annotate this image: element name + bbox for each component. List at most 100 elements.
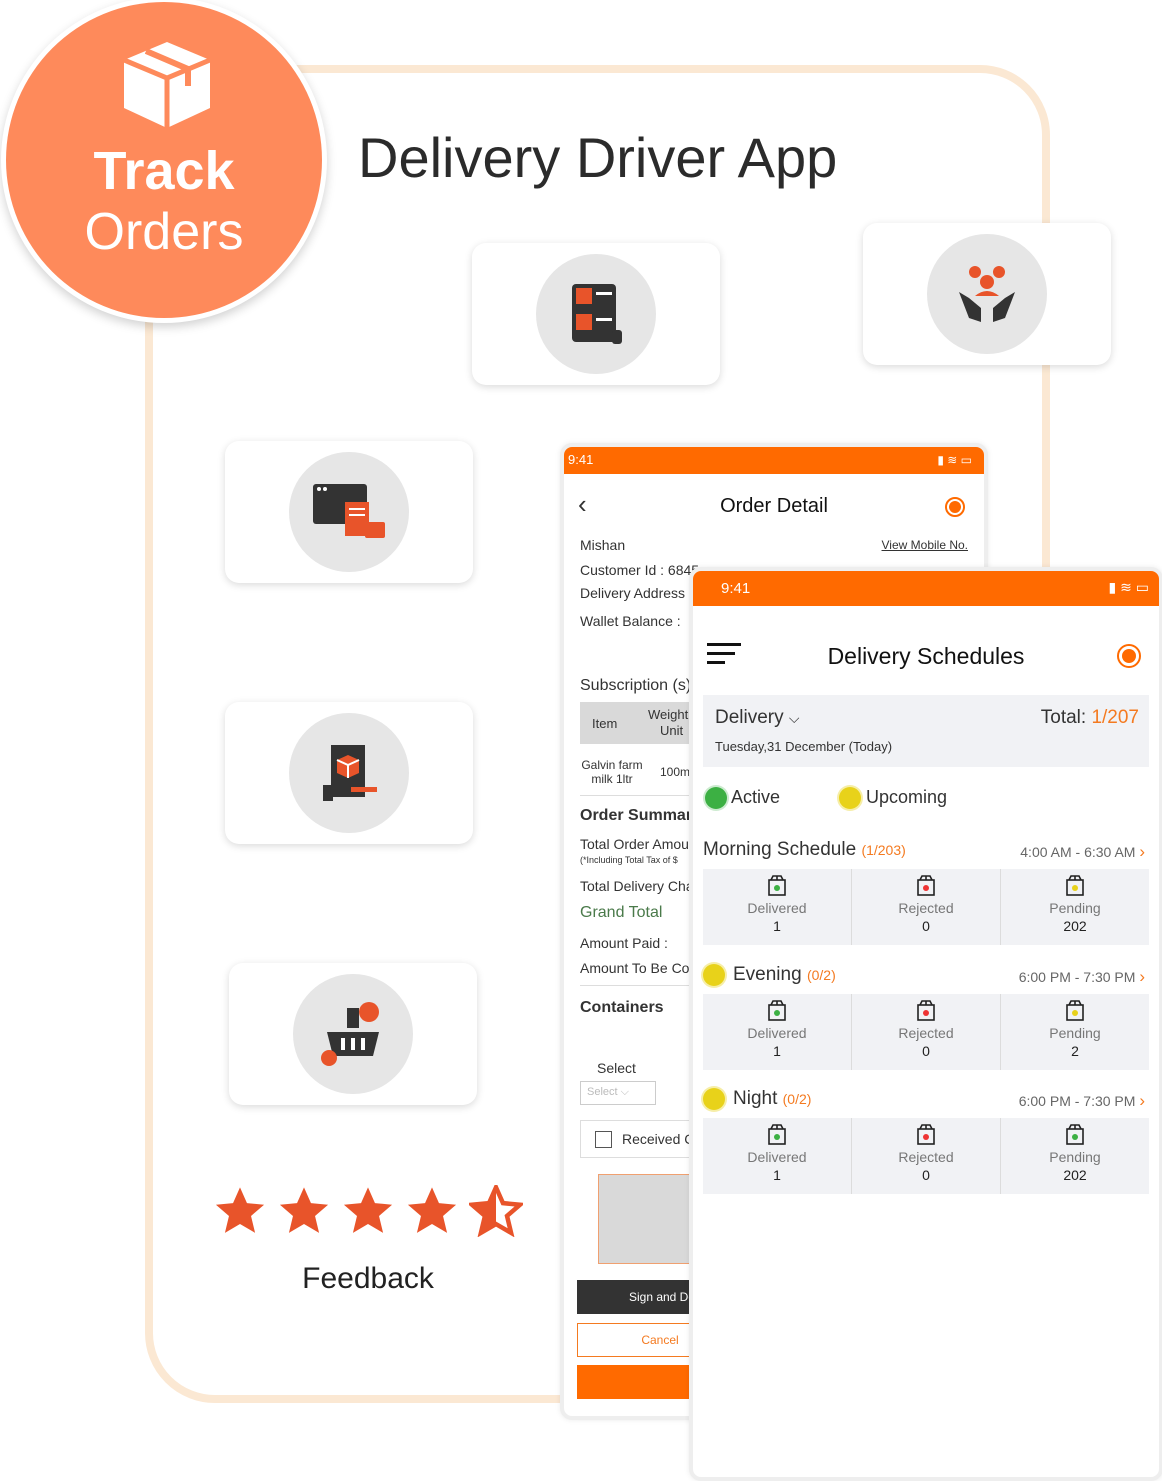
grand-total: Grand Total xyxy=(580,904,663,921)
customer-name: Mishan xyxy=(580,537,626,553)
screen-title: Delivery Schedules xyxy=(827,643,1025,669)
group-time-link[interactable]: 6:00 PM - 7:30 PM › xyxy=(1019,967,1145,987)
upcoming-dot-icon xyxy=(703,964,725,986)
package-icon xyxy=(917,1000,935,1021)
group-time: 6:00 PM - 7:30 PM xyxy=(1018,1093,1136,1109)
legend-upcoming: Upcoming xyxy=(839,787,948,810)
group-count: (1/203) xyxy=(861,842,906,858)
stat-value: 202 xyxy=(1063,1167,1087,1183)
group-time: 4:00 AM - 6:30 AM xyxy=(1020,844,1136,860)
legend-active: Active xyxy=(705,787,781,810)
containers-heading: Containers xyxy=(580,999,664,1016)
upcoming-dot-icon xyxy=(839,787,861,810)
package-icon xyxy=(1066,1124,1084,1145)
stat-label: Pending xyxy=(1049,900,1101,916)
feature-card xyxy=(225,702,473,844)
stat-pending[interactable]: Pending 202 xyxy=(1000,1118,1149,1194)
star-icon xyxy=(343,1187,393,1233)
package-icon xyxy=(768,1124,786,1145)
legend-label: Active xyxy=(731,787,781,807)
stat-value: 0 xyxy=(922,1043,930,1059)
stat-value: 0 xyxy=(922,918,930,934)
grocery-basket-icon xyxy=(321,1002,379,1066)
half-star-icon xyxy=(469,1185,523,1237)
package-icon xyxy=(1066,1000,1084,1021)
badge-line1: Track xyxy=(93,141,235,201)
stat-rejected[interactable]: Rejected 0 xyxy=(851,869,1000,945)
group-count: (0/2) xyxy=(806,967,836,984)
stat-value: 0 xyxy=(922,1167,930,1183)
feature-card xyxy=(225,441,473,583)
amount-to-collect: Amount To Be Col xyxy=(580,960,693,976)
package-icon xyxy=(768,875,786,896)
active-dot-icon xyxy=(705,787,727,810)
badge-line2: Orders xyxy=(84,203,244,261)
group-time: 6:00 PM - 7:30 PM xyxy=(1018,969,1136,985)
total-order: Total Order Amou xyxy=(580,836,689,852)
total-value: 1/207 xyxy=(1091,707,1139,728)
stat-pending[interactable]: Pending 202 xyxy=(1000,869,1149,945)
group-count: (0/2) xyxy=(782,1091,812,1108)
stat-value: 1 xyxy=(773,1043,781,1059)
web-invoice-icon xyxy=(313,484,385,538)
package-icon xyxy=(917,1124,935,1145)
page-title: Delivery Driver App xyxy=(358,126,838,189)
status-indicator-icon xyxy=(1117,644,1141,668)
package-icon xyxy=(768,1000,786,1021)
screen-title: Order Detail xyxy=(720,495,828,517)
chevron-right-icon: › xyxy=(1139,1091,1145,1110)
stat-rejected[interactable]: Rejected 0 xyxy=(851,1118,1000,1194)
chevron-down-icon: ⌵ xyxy=(620,1086,629,1098)
stat-value: 1 xyxy=(773,1167,781,1183)
status-indicator-icon xyxy=(945,497,965,517)
customer-id: Customer Id : 6845 xyxy=(580,562,700,578)
stat-rejected[interactable]: Rejected 0 xyxy=(851,994,1000,1070)
select-label: Select xyxy=(597,1060,636,1076)
chevron-right-icon: › xyxy=(1139,842,1145,861)
group-stats: Delivered 1 Rejected 0 Pending 202 xyxy=(703,1118,1149,1194)
delivery-schedules-screen: 9:41 ▮ ≋ ▭ Delivery Schedules Delivery ⌵ … xyxy=(689,567,1162,1481)
amount-paid: Amount Paid : xyxy=(580,935,668,951)
upcoming-dot-icon xyxy=(703,1088,725,1110)
col-unit: Unit xyxy=(660,723,684,738)
row-item: Galvin farm milk 1ltr xyxy=(581,758,643,786)
group-name: Evening xyxy=(733,964,802,986)
group-time-link[interactable]: 4:00 AM - 6:30 AM › xyxy=(1020,842,1145,862)
tax-note: (*Including Total Tax of $ xyxy=(580,855,678,865)
order-list-icon xyxy=(572,284,622,344)
divider xyxy=(580,985,700,986)
schedule-group-title: Morning Schedule (1/203) xyxy=(703,839,906,861)
total-delivery: Total Delivery Cha xyxy=(580,878,694,894)
star-icon xyxy=(279,1187,329,1233)
stat-label: Pending xyxy=(1049,1149,1101,1165)
stat-delivered[interactable]: Delivered 1 xyxy=(703,869,851,945)
stat-label: Delivered xyxy=(747,1025,807,1041)
delivery-filter[interactable]: Delivery ⌵ xyxy=(715,707,800,729)
star-icon xyxy=(407,1187,457,1233)
status-icons: ▮ ≋ ▭ xyxy=(937,453,972,467)
stat-delivered[interactable]: Delivered 1 xyxy=(703,994,851,1070)
group-stats: Delivered 1 Rejected 0 Pending 202 xyxy=(703,869,1149,945)
container-select[interactable]: Select ⌵ xyxy=(580,1081,656,1105)
rating-stars xyxy=(213,1185,523,1237)
track-orders-badge: Track Orders xyxy=(6,2,322,318)
feature-card xyxy=(863,223,1111,365)
stat-label: Rejected xyxy=(898,900,954,916)
legend-label: Upcoming xyxy=(866,787,948,807)
subscription-heading: Subscription (s) xyxy=(580,677,692,694)
stat-delivered[interactable]: Delivered 1 xyxy=(703,1118,851,1194)
view-mobile-link[interactable]: View Mobile No. xyxy=(882,538,968,552)
schedule-date: Tuesday,31 December (Today) xyxy=(715,739,893,754)
stat-pending[interactable]: Pending 2 xyxy=(1000,994,1149,1070)
received-checkbox[interactable] xyxy=(595,1131,612,1148)
feedback-label: Feedback xyxy=(302,1262,434,1295)
filter-label: Delivery xyxy=(715,707,784,728)
stat-value: 202 xyxy=(1063,918,1087,934)
schedule-summary: Delivery ⌵ Tuesday,31 December (Today) T… xyxy=(703,695,1149,767)
support-hands-icon xyxy=(959,266,1015,322)
package-icon xyxy=(917,875,935,896)
select-placeholder: Select xyxy=(587,1086,618,1098)
group-time-link[interactable]: 6:00 PM - 7:30 PM › xyxy=(1019,1091,1145,1111)
stat-label: Rejected xyxy=(898,1149,954,1165)
chevron-down-icon: ⌵ xyxy=(788,710,800,726)
